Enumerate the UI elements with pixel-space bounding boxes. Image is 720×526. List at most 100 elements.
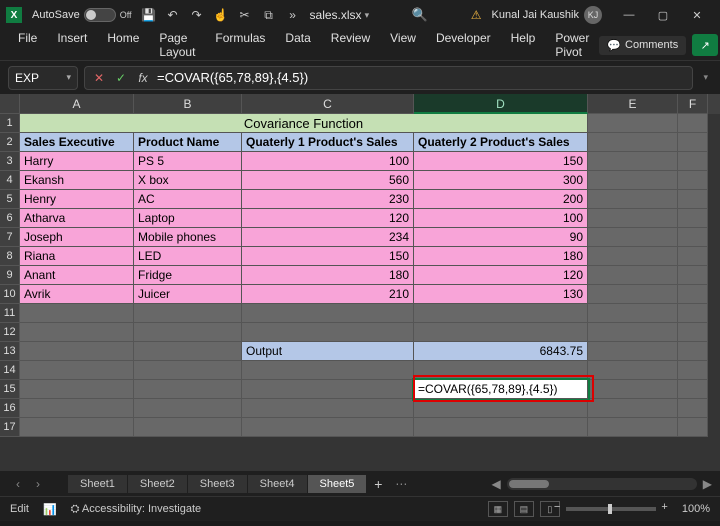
cell[interactable]: 234: [242, 228, 414, 247]
comments-button[interactable]: 💬 Comments: [599, 36, 686, 55]
cell[interactable]: [20, 380, 134, 399]
row-header[interactable]: 1: [0, 114, 20, 133]
cell[interactable]: Mobile phones: [134, 228, 242, 247]
cell[interactable]: [588, 247, 678, 266]
row-header[interactable]: 12: [0, 323, 20, 342]
cell[interactable]: [414, 323, 588, 342]
share-button[interactable]: ↗: [692, 34, 718, 56]
row-header[interactable]: 17: [0, 418, 20, 437]
stats-icon[interactable]: 📊: [43, 503, 57, 516]
tab-view[interactable]: View: [380, 25, 426, 65]
cell[interactable]: [678, 152, 708, 171]
close-button[interactable]: ✕: [680, 0, 714, 30]
warning-icon[interactable]: ⚠: [471, 8, 482, 22]
cell[interactable]: [20, 418, 134, 437]
row-header[interactable]: 9: [0, 266, 20, 285]
tab-page-layout[interactable]: Page Layout: [149, 25, 205, 65]
cell[interactable]: [678, 304, 708, 323]
row-header[interactable]: 11: [0, 304, 20, 323]
cell[interactable]: [678, 114, 708, 133]
cell[interactable]: Anant: [20, 266, 134, 285]
sheet-tab[interactable]: Sheet3: [188, 475, 248, 493]
cell[interactable]: [134, 399, 242, 418]
cell[interactable]: [588, 285, 678, 304]
col-header[interactable]: C: [242, 94, 414, 114]
cell[interactable]: Riana: [20, 247, 134, 266]
row-header[interactable]: 8: [0, 247, 20, 266]
cell[interactable]: [588, 399, 678, 418]
tab-help[interactable]: Help: [501, 25, 546, 65]
cell[interactable]: 90: [414, 228, 588, 247]
maximize-button[interactable]: ▢: [646, 0, 680, 30]
cell[interactable]: [242, 418, 414, 437]
sheet-tab[interactable]: Sheet4: [248, 475, 308, 493]
cell[interactable]: LED: [134, 247, 242, 266]
col-header[interactable]: A: [20, 94, 134, 114]
cell[interactable]: Juicer: [134, 285, 242, 304]
sheet-tab[interactable]: Sheet1: [68, 475, 128, 493]
cell[interactable]: [588, 361, 678, 380]
cell[interactable]: [588, 114, 678, 133]
copy-icon[interactable]: ⧉: [262, 8, 276, 22]
cell[interactable]: [678, 380, 708, 399]
cell[interactable]: 300: [414, 171, 588, 190]
cell[interactable]: Sales Executive: [20, 133, 134, 152]
cell[interactable]: 150: [414, 152, 588, 171]
cell[interactable]: [678, 342, 708, 361]
cell[interactable]: 230: [242, 190, 414, 209]
cell[interactable]: [588, 209, 678, 228]
select-all-corner[interactable]: [0, 94, 20, 114]
cell[interactable]: Atharva: [20, 209, 134, 228]
scroll-right-icon[interactable]: ▶: [703, 477, 712, 491]
row-header[interactable]: 10: [0, 285, 20, 304]
filename[interactable]: sales.xlsx ▾: [310, 8, 370, 22]
cell[interactable]: Harry: [20, 152, 134, 171]
expand-icon[interactable]: ▾: [699, 72, 712, 83]
fx-icon[interactable]: fx: [135, 70, 151, 86]
more-sheets-icon[interactable]: ⋯: [389, 477, 413, 491]
prev-sheet-icon[interactable]: ‹: [8, 477, 28, 491]
cell[interactable]: Fridge: [134, 266, 242, 285]
enter-icon[interactable]: ✓: [113, 70, 129, 86]
cell[interactable]: [242, 361, 414, 380]
cell[interactable]: [414, 399, 588, 418]
cell[interactable]: [588, 190, 678, 209]
tab-file[interactable]: File: [8, 25, 47, 65]
undo-icon[interactable]: ↶: [166, 8, 180, 22]
cell[interactable]: [242, 323, 414, 342]
cell[interactable]: [134, 304, 242, 323]
cell[interactable]: [588, 171, 678, 190]
cell[interactable]: 200: [414, 190, 588, 209]
cell[interactable]: [588, 266, 678, 285]
cell[interactable]: AC: [134, 190, 242, 209]
more-icon[interactable]: »: [286, 8, 300, 22]
cell[interactable]: 180: [242, 266, 414, 285]
accessibility-status[interactable]: ⛭ Accessibility: Investigate: [71, 503, 201, 516]
next-sheet-icon[interactable]: ›: [28, 477, 48, 491]
scroll-left-icon[interactable]: ◀: [492, 477, 501, 491]
redo-icon[interactable]: ↷: [190, 8, 204, 22]
row-header[interactable]: 4: [0, 171, 20, 190]
cell[interactable]: 100: [242, 152, 414, 171]
col-header[interactable]: E: [588, 94, 678, 114]
user-account[interactable]: Kunal Jai Kaushik KJ: [492, 6, 602, 24]
col-header[interactable]: D: [414, 94, 588, 114]
cell[interactable]: PS 5: [134, 152, 242, 171]
row-header[interactable]: 14: [0, 361, 20, 380]
cell[interactable]: Ekansh: [20, 171, 134, 190]
row-header[interactable]: 6: [0, 209, 20, 228]
cell[interactable]: 150: [242, 247, 414, 266]
zoom-level[interactable]: 100%: [682, 503, 710, 515]
cell[interactable]: [20, 304, 134, 323]
cell[interactable]: [678, 247, 708, 266]
cell[interactable]: [588, 380, 678, 399]
cell[interactable]: [678, 361, 708, 380]
touch-icon[interactable]: ☝: [214, 8, 228, 22]
cell[interactable]: [20, 399, 134, 418]
cell[interactable]: [134, 418, 242, 437]
cell[interactable]: [20, 361, 134, 380]
minimize-button[interactable]: —: [612, 0, 646, 30]
cell[interactable]: [678, 266, 708, 285]
horizontal-scrollbar[interactable]: [507, 478, 697, 490]
cell[interactable]: [414, 361, 588, 380]
